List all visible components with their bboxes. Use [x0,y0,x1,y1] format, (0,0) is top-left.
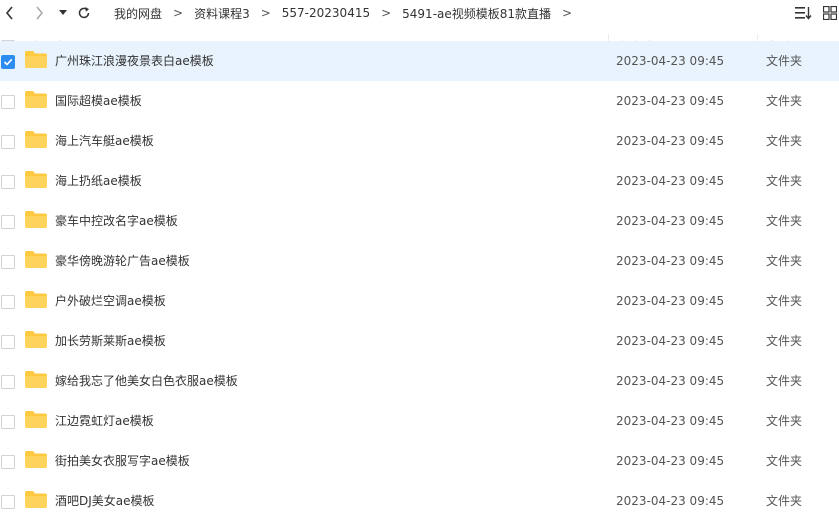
row-checkbox[interactable] [1,295,15,309]
folder-icon [25,291,47,308]
row-checkbox[interactable] [1,175,15,189]
folder-icon [25,371,47,388]
breadcrumb-item-course[interactable]: 资料课程3 [194,5,250,22]
file-modified-date: 2023-04-23 09:45 [616,414,725,428]
file-modified-date: 2023-04-23 09:45 [616,54,725,68]
file-name[interactable]: 海上扔纸ae模板 [55,161,142,201]
sort-list-icon [795,7,812,20]
row-checkbox[interactable] [1,135,15,149]
view-mode-button[interactable] [823,4,837,22]
back-arrow-icon [5,6,13,20]
forward-button[interactable] [31,3,47,23]
row-checkbox[interactable] [1,495,15,509]
file-modified-date: 2023-04-23 09:45 [616,174,725,188]
file-row[interactable]: 国际超模ae模板 2023-04-23 09:45 文件夹 [0,81,839,121]
folder-icon [25,51,47,68]
file-name[interactable]: 户外破烂空调ae模板 [55,281,166,321]
file-modified-date: 2023-04-23 09:45 [616,214,725,228]
breadcrumb-item-current[interactable]: 5491-ae视频模板81款直播 [402,5,551,22]
grid-view-icon [823,6,837,20]
breadcrumb-separator: > [260,6,271,20]
file-row[interactable]: 街拍美女衣服写字ae模板 2023-04-23 09:45 文件夹 [0,441,839,481]
file-type: 文件夹 [766,374,803,388]
file-modified-date: 2023-04-23 09:45 [616,454,725,468]
folder-icon [25,211,47,228]
row-checkbox[interactable] [1,95,15,109]
file-name[interactable]: 广州珠江浪漫夜景表白ae模板 [55,41,214,81]
file-row[interactable]: 江边霓虹灯ae模板 2023-04-23 09:45 文件夹 [0,401,839,441]
checkmark-icon [3,58,13,66]
file-row[interactable]: 嫁给我忘了他美女白色衣服ae模板 2023-04-23 09:45 文件夹 [0,361,839,401]
file-row[interactable]: 加长劳斯莱斯ae模板 2023-04-23 09:45 文件夹 [0,321,839,361]
row-checkbox[interactable] [1,335,15,349]
file-row[interactable]: 广州珠江浪漫夜景表白ae模板 2023-04-23 09:45 文件夹 [0,41,839,81]
refresh-button[interactable] [75,3,93,23]
file-name[interactable]: 嫁给我忘了他美女白色衣服ae模板 [55,361,238,401]
breadcrumb-separator: > [562,6,573,20]
dropdown-triangle-icon [59,10,67,15]
file-name[interactable]: 酒吧DJ美女ae模板 [55,481,155,521]
file-type: 文件夹 [766,174,803,188]
file-modified-date: 2023-04-23 09:45 [616,334,725,348]
folder-icon [25,171,47,188]
row-checkbox[interactable] [1,215,15,229]
row-checkbox[interactable] [1,455,15,469]
file-modified-date: 2023-04-23 09:45 [616,294,725,308]
file-row[interactable]: 酒吧DJ美女ae模板 2023-04-23 09:45 文件夹 [0,481,839,521]
file-type: 文件夹 [766,94,803,108]
file-type: 文件夹 [766,254,803,268]
file-modified-date: 2023-04-23 09:45 [616,94,725,108]
file-modified-date: 2023-04-23 09:45 [616,254,725,268]
file-type: 文件夹 [766,414,803,428]
file-name[interactable]: 街拍美女衣服写字ae模板 [55,441,190,481]
file-name[interactable]: 海上汽车艇ae模板 [55,121,154,161]
folder-icon [25,251,47,268]
file-row[interactable]: 豪华傍晚游轮广告ae模板 2023-04-23 09:45 文件夹 [0,241,839,281]
folder-icon [25,331,47,348]
breadcrumb-separator: > [173,6,184,20]
file-name[interactable]: 加长劳斯莱斯ae模板 [55,321,166,361]
file-modified-date: 2023-04-23 09:45 [616,494,725,508]
breadcrumb-separator: > [381,6,392,20]
folder-icon [25,411,47,428]
sort-menu-button[interactable] [795,4,812,22]
folder-icon [25,91,47,108]
file-type: 文件夹 [766,334,803,348]
file-type: 文件夹 [766,294,803,308]
history-dropdown-button[interactable] [57,3,69,23]
row-checkbox[interactable] [1,255,15,269]
file-name[interactable]: 国际超模ae模板 [55,81,142,121]
file-row[interactable]: 豪车中控改名字ae模板 2023-04-23 09:45 文件夹 [0,201,839,241]
folder-icon [25,451,47,468]
file-type: 文件夹 [766,454,803,468]
file-row[interactable]: 户外破烂空调ae模板 2023-04-23 09:45 文件夹 [0,281,839,321]
row-checkbox[interactable] [1,375,15,389]
file-type: 文件夹 [766,54,803,68]
breadcrumb-item-batch[interactable]: 557-20230415 [282,6,370,20]
navigation-bar: 我的网盘 > 资料课程3 > 557-20230415 > 5491-ae视频模… [0,0,839,26]
row-checkbox[interactable] [1,55,15,69]
row-checkbox[interactable] [1,415,15,429]
folder-icon [25,131,47,148]
file-type: 文件夹 [766,134,803,148]
file-type: 文件夹 [766,494,803,508]
file-type: 文件夹 [766,214,803,228]
refresh-icon [78,7,90,19]
file-name[interactable]: 豪车中控改名字ae模板 [55,201,178,241]
file-modified-date: 2023-04-23 09:45 [616,134,725,148]
breadcrumb: 我的网盘 > 资料课程3 > 557-20230415 > 5491-ae视频模… [114,0,583,26]
file-modified-date: 2023-04-23 09:45 [616,374,725,388]
forward-arrow-icon [36,6,44,20]
file-name[interactable]: 豪华傍晚游轮广告ae模板 [55,241,190,281]
file-row[interactable]: 海上汽车艇ae模板 2023-04-23 09:45 文件夹 [0,121,839,161]
folder-icon [25,491,47,508]
breadcrumb-item-root[interactable]: 我的网盘 [114,5,162,22]
back-button[interactable] [2,3,18,23]
file-name[interactable]: 江边霓虹灯ae模板 [55,401,154,441]
file-row[interactable]: 海上扔纸ae模板 2023-04-23 09:45 文件夹 [0,161,839,201]
